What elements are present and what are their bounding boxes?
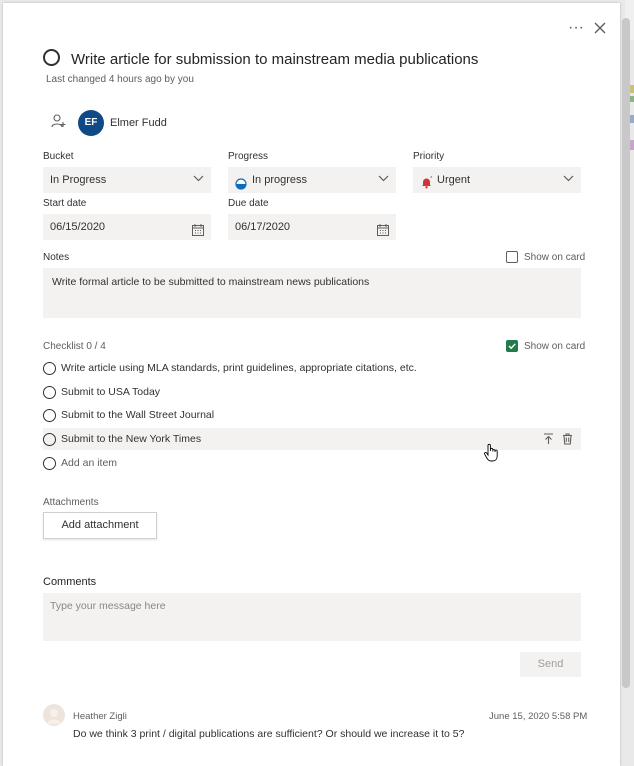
checklist-item-checkbox[interactable] [43, 362, 56, 375]
checklist-item-checkbox[interactable] [43, 409, 56, 422]
checklist-show-on-card-label: Show on card [524, 341, 586, 352]
calendar-icon[interactable] [192, 220, 204, 236]
checklist-item-checkbox[interactable] [43, 433, 56, 446]
comment-author: Heather Zigli [73, 711, 127, 722]
due-date-label: Due date [228, 198, 269, 209]
checklist-label: Checklist 0 / 4 [43, 341, 106, 352]
add-item-placeholder[interactable]: Add an item [61, 457, 117, 469]
chevron-down-icon [378, 167, 389, 193]
notes-textarea[interactable]: Write formal article to be submitted to … [43, 268, 581, 318]
priority-value: Urgent [437, 174, 471, 186]
urgent-bell-icon [420, 173, 433, 199]
progress-value: In progress [252, 174, 308, 186]
progress-label: Progress [228, 151, 269, 162]
trash-icon[interactable] [562, 432, 573, 450]
comments-label: Comments [43, 576, 97, 588]
avatar [43, 704, 65, 726]
last-changed-text: Last changed 4 hours ago by you [46, 74, 194, 85]
start-date-label: Start date [43, 198, 87, 209]
hand-cursor-icon [483, 443, 499, 468]
more-icon[interactable]: ··· [568, 19, 584, 37]
comment-text: Do we think 3 print / digital publicatio… [73, 728, 465, 740]
add-item-circle[interactable] [43, 457, 56, 470]
chevron-down-icon [193, 167, 204, 193]
attachments-label: Attachments [43, 497, 99, 508]
checklist-item-hovered[interactable]: Submit to the New York Times [43, 428, 581, 450]
due-date-input[interactable]: 06/17/2020 [228, 214, 396, 240]
priority-label: Priority [413, 151, 445, 162]
notes-show-on-card-label: Show on card [524, 252, 586, 263]
comment-input[interactable]: Type your message here [43, 593, 581, 641]
assignee-name: Elmer Fudd [110, 117, 167, 129]
checklist-item-text[interactable]: Submit to USA Today [61, 386, 160, 398]
chevron-down-icon [563, 167, 574, 193]
task-details-panel: ··· Write article for submission to main… [3, 3, 620, 766]
progress-dropdown[interactable]: In progress [228, 167, 396, 193]
checklist-item-checkbox[interactable] [43, 386, 56, 399]
start-date-value: 06/15/2020 [50, 221, 106, 233]
notes-show-on-card-checkbox[interactable] [506, 251, 518, 263]
checklist-show-on-card-checkbox[interactable] [506, 340, 518, 352]
send-button[interactable]: Send [520, 652, 581, 677]
in-progress-icon [235, 174, 247, 200]
checklist-item-text[interactable]: Submit to the Wall Street Journal [61, 409, 214, 421]
checklist-item-text[interactable]: Write article using MLA standards, print… [61, 362, 417, 374]
bucket-dropdown[interactable]: In Progress [43, 167, 211, 193]
comment-date: June 15, 2020 5:58 PM [489, 711, 588, 722]
notes-label: Notes [43, 252, 70, 263]
checklist-item-text[interactable]: Submit to the New York Times [61, 433, 201, 445]
add-attachment-button[interactable]: Add attachment [43, 512, 157, 539]
task-title[interactable]: Write article for submission to mainstre… [71, 51, 478, 68]
assign-user-icon[interactable] [51, 113, 67, 134]
due-date-value: 06/17/2020 [235, 221, 291, 233]
start-date-input[interactable]: 06/15/2020 [43, 214, 211, 240]
scrollbar[interactable] [622, 18, 630, 688]
close-icon[interactable] [594, 19, 606, 37]
priority-dropdown[interactable]: Urgent [413, 167, 581, 193]
calendar-icon[interactable] [377, 220, 389, 236]
bucket-value: In Progress [50, 174, 107, 186]
complete-task-circle[interactable] [43, 49, 60, 66]
avatar[interactable]: EF [78, 110, 104, 136]
move-to-top-icon[interactable] [543, 432, 554, 450]
bucket-label: Bucket [43, 151, 74, 162]
